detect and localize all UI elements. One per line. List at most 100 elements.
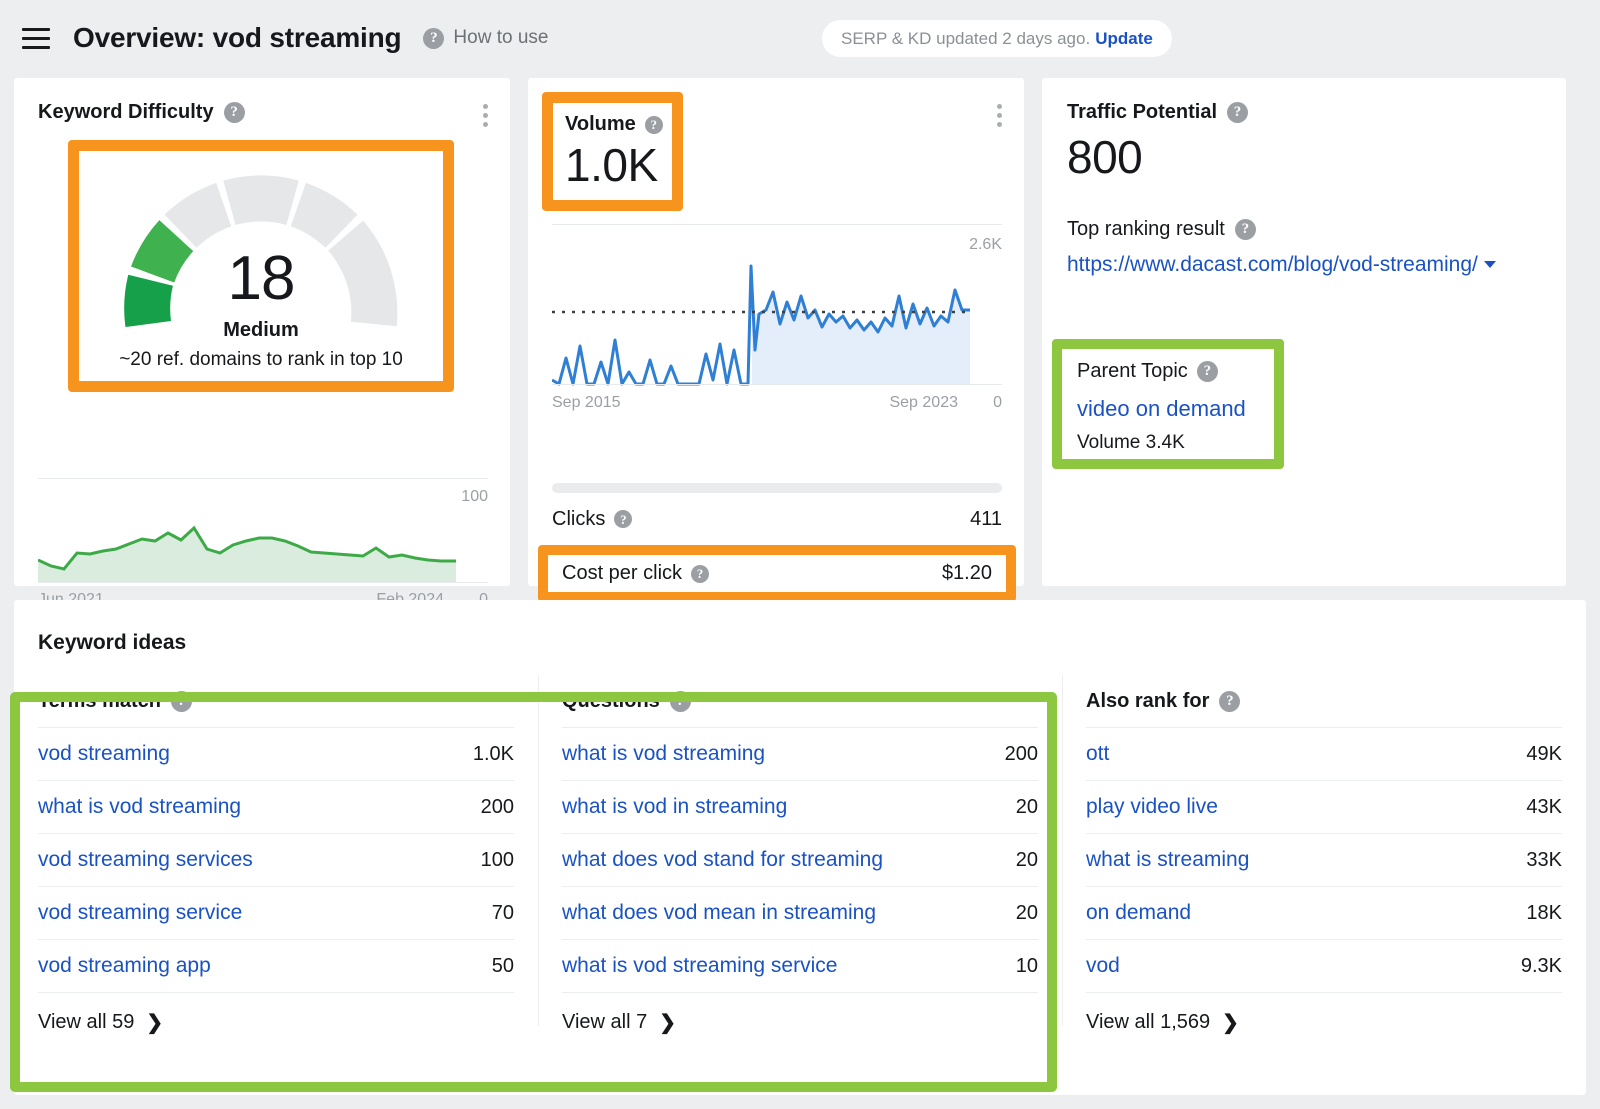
volume-card: Volume ? 1.0K 2.6K Sep 2015 Sep 2023 0 C… — [528, 78, 1024, 639]
help-icon: ? — [1196, 361, 1218, 382]
kd-card-header: Keyword Difficulty ? — [14, 78, 510, 124]
keyword-link[interactable]: ott — [1086, 742, 1109, 766]
table-row[interactable]: play video live 43K — [1086, 780, 1562, 833]
table-row[interactable]: vod streaming 1.0K — [38, 727, 514, 780]
help-icon: ? — [1234, 219, 1256, 240]
table-row[interactable]: vod streaming app 50 — [38, 939, 514, 992]
keyword-volume: 20 — [1015, 848, 1038, 871]
parent-topic-volume: Volume 3.4K — [1077, 432, 1185, 453]
kd-history-chart: 100 Jun 2021 Feb 2024 0 — [38, 478, 488, 613]
keyword-volume: 1.0K — [472, 742, 514, 765]
keyword-link[interactable]: what does vod stand for streaming — [562, 848, 883, 872]
table-row[interactable]: vod streaming services 100 — [38, 833, 514, 886]
help-icon: ? — [614, 510, 633, 528]
table-row[interactable]: what is streaming 33K — [1086, 833, 1562, 886]
help-icon: ? — [691, 564, 710, 583]
column-also-rank-for: Also rank for ? ott 49K play video live … — [1062, 675, 1586, 1052]
keyword-link[interactable]: vod streaming service — [38, 901, 242, 925]
keyword-volume: 20 — [1015, 901, 1038, 924]
top-ranking-result-label: Top ranking result — [1067, 218, 1225, 240]
table-row[interactable]: what is vod streaming 200 — [38, 780, 514, 833]
view-all-label: View all 1,569 — [1086, 1011, 1211, 1033]
tp-card-title: Traffic Potential — [1067, 101, 1218, 123]
column-header-label: Questions — [562, 689, 660, 712]
keyword-ideas-title: Keyword ideas — [38, 631, 187, 654]
help-icon: ? — [223, 102, 245, 123]
view-all-also-rank-for[interactable]: View all 1,569 ❯ — [1086, 992, 1562, 1052]
cost-per-click-highlight: Cost per click ? $1.20 — [538, 545, 1016, 602]
help-icon: ? — [644, 115, 663, 134]
keyword-link[interactable]: vod streaming — [38, 742, 170, 766]
how-to-use-label: How to use — [453, 27, 549, 48]
help-icon: ? — [171, 690, 193, 712]
parent-topic-block: Parent Topic ? video on demand Volume 3.… — [1062, 349, 1274, 454]
volume-chart-xend: Sep 2023 — [889, 394, 958, 411]
chevron-down-icon[interactable] — [1483, 261, 1496, 268]
keyword-volume: 200 — [1004, 742, 1038, 765]
hamburger-icon[interactable] — [22, 27, 50, 49]
keyword-link[interactable]: what is vod streaming service — [562, 954, 837, 978]
top-ranking-result-url[interactable]: https://www.dacast.com/blog/vod-streamin… — [1042, 241, 1566, 279]
kd-gauge: 18 Medium ~20 ref. domains to rank in to… — [79, 151, 443, 381]
parent-topic-label: Parent Topic — [1077, 360, 1188, 382]
how-to-use-link[interactable]: ? How to use — [423, 27, 548, 49]
keyword-volume: 49K — [1526, 742, 1562, 765]
ahrefs-keywords-explorer-overview: Overview: vod streaming ? How to use SER… — [0, 0, 1600, 1109]
volume-chart-ymin: 0 — [993, 394, 1002, 411]
keyword-link[interactable]: vod streaming app — [38, 954, 211, 978]
table-row[interactable]: what is vod streaming 200 — [562, 727, 1038, 780]
parent-topic-highlight: Parent Topic ? video on demand Volume 3.… — [1052, 339, 1284, 469]
keyword-volume: 50 — [491, 954, 514, 977]
view-all-terms-match[interactable]: View all 59 ❯ — [38, 992, 514, 1052]
keyword-link[interactable]: what is vod streaming — [38, 795, 241, 819]
keyword-link[interactable]: what is vod streaming — [562, 742, 765, 766]
chevron-right-icon: ❯ — [659, 1012, 676, 1034]
kd-chart-ymax: 100 — [461, 488, 488, 505]
keyword-ideas-columns: Terms match ? vod streaming 1.0K what is… — [14, 675, 1586, 1052]
kd-gauge-highlight: 18 Medium ~20 ref. domains to rank in to… — [68, 140, 454, 392]
column-terms-match: Terms match ? vod streaming 1.0K what is… — [14, 675, 538, 1052]
volume-history-chart: 2.6K Sep 2015 Sep 2023 0 — [552, 224, 1002, 459]
table-row[interactable]: vod 9.3K — [1086, 939, 1562, 992]
volume-chart-scrollbar[interactable] — [552, 483, 1002, 493]
keyword-link[interactable]: what is vod in streaming — [562, 795, 787, 819]
view-all-questions[interactable]: View all 7 ❯ — [562, 992, 1038, 1052]
help-icon: ? — [1227, 102, 1249, 123]
table-row[interactable]: what does vod stand for streaming 20 — [562, 833, 1038, 886]
traffic-potential-value: 800 — [1067, 131, 1143, 183]
keyword-link[interactable]: what is streaming — [1086, 848, 1249, 872]
parent-topic-keyword-link[interactable]: video on demand — [1077, 396, 1274, 422]
table-row[interactable]: what is vod streaming service 10 — [562, 939, 1038, 992]
update-button[interactable]: Update — [1095, 29, 1153, 49]
kd-card-menu-icon[interactable] — [483, 104, 488, 127]
view-all-label: View all 59 — [38, 1011, 135, 1033]
volume-card-menu-icon[interactable] — [997, 104, 1002, 127]
keyword-link[interactable]: vod streaming services — [38, 848, 253, 872]
keyword-link[interactable]: what does vod mean in streaming — [562, 901, 876, 925]
chevron-right-icon: ❯ — [1222, 1012, 1239, 1034]
keyword-volume: 200 — [480, 795, 514, 818]
table-row[interactable]: what does vod mean in streaming 20 — [562, 886, 1038, 939]
keyword-link[interactable]: play video live — [1086, 795, 1218, 819]
volume-chart-ymax: 2.6K — [969, 236, 1002, 253]
keyword-volume: 70 — [491, 901, 514, 924]
keyword-link[interactable]: vod — [1086, 954, 1120, 978]
keyword-volume: 18K — [1526, 901, 1562, 924]
table-row[interactable]: vod streaming service 70 — [38, 886, 514, 939]
keyword-link[interactable]: on demand — [1086, 901, 1191, 925]
volume-value-highlight: Volume ? 1.0K — [542, 92, 683, 211]
column-header: Terms match ? — [38, 675, 514, 727]
view-all-label: View all 7 — [562, 1011, 648, 1033]
update-status-text: SERP & KD updated 2 days ago. — [841, 28, 1091, 48]
keyword-volume: 43K — [1526, 795, 1562, 818]
table-row[interactable]: on demand 18K — [1086, 886, 1562, 939]
kd-card-title: Keyword Difficulty — [38, 101, 214, 123]
table-row[interactable]: ott 49K — [1086, 727, 1562, 780]
page-title: Overview: vod streaming — [73, 22, 402, 53]
metric-label: Cost per click — [562, 562, 683, 584]
volume-card-header: Volume ? — [553, 103, 672, 136]
metrics-cards-row: Keyword Difficulty ? 18 Medium ~20 ref. … — [14, 78, 1586, 639]
keyword-difficulty-card: Keyword Difficulty ? 18 Medium ~20 ref. … — [14, 78, 510, 608]
table-row[interactable]: what is vod in streaming 20 — [562, 780, 1038, 833]
help-icon: ? — [1219, 690, 1241, 712]
